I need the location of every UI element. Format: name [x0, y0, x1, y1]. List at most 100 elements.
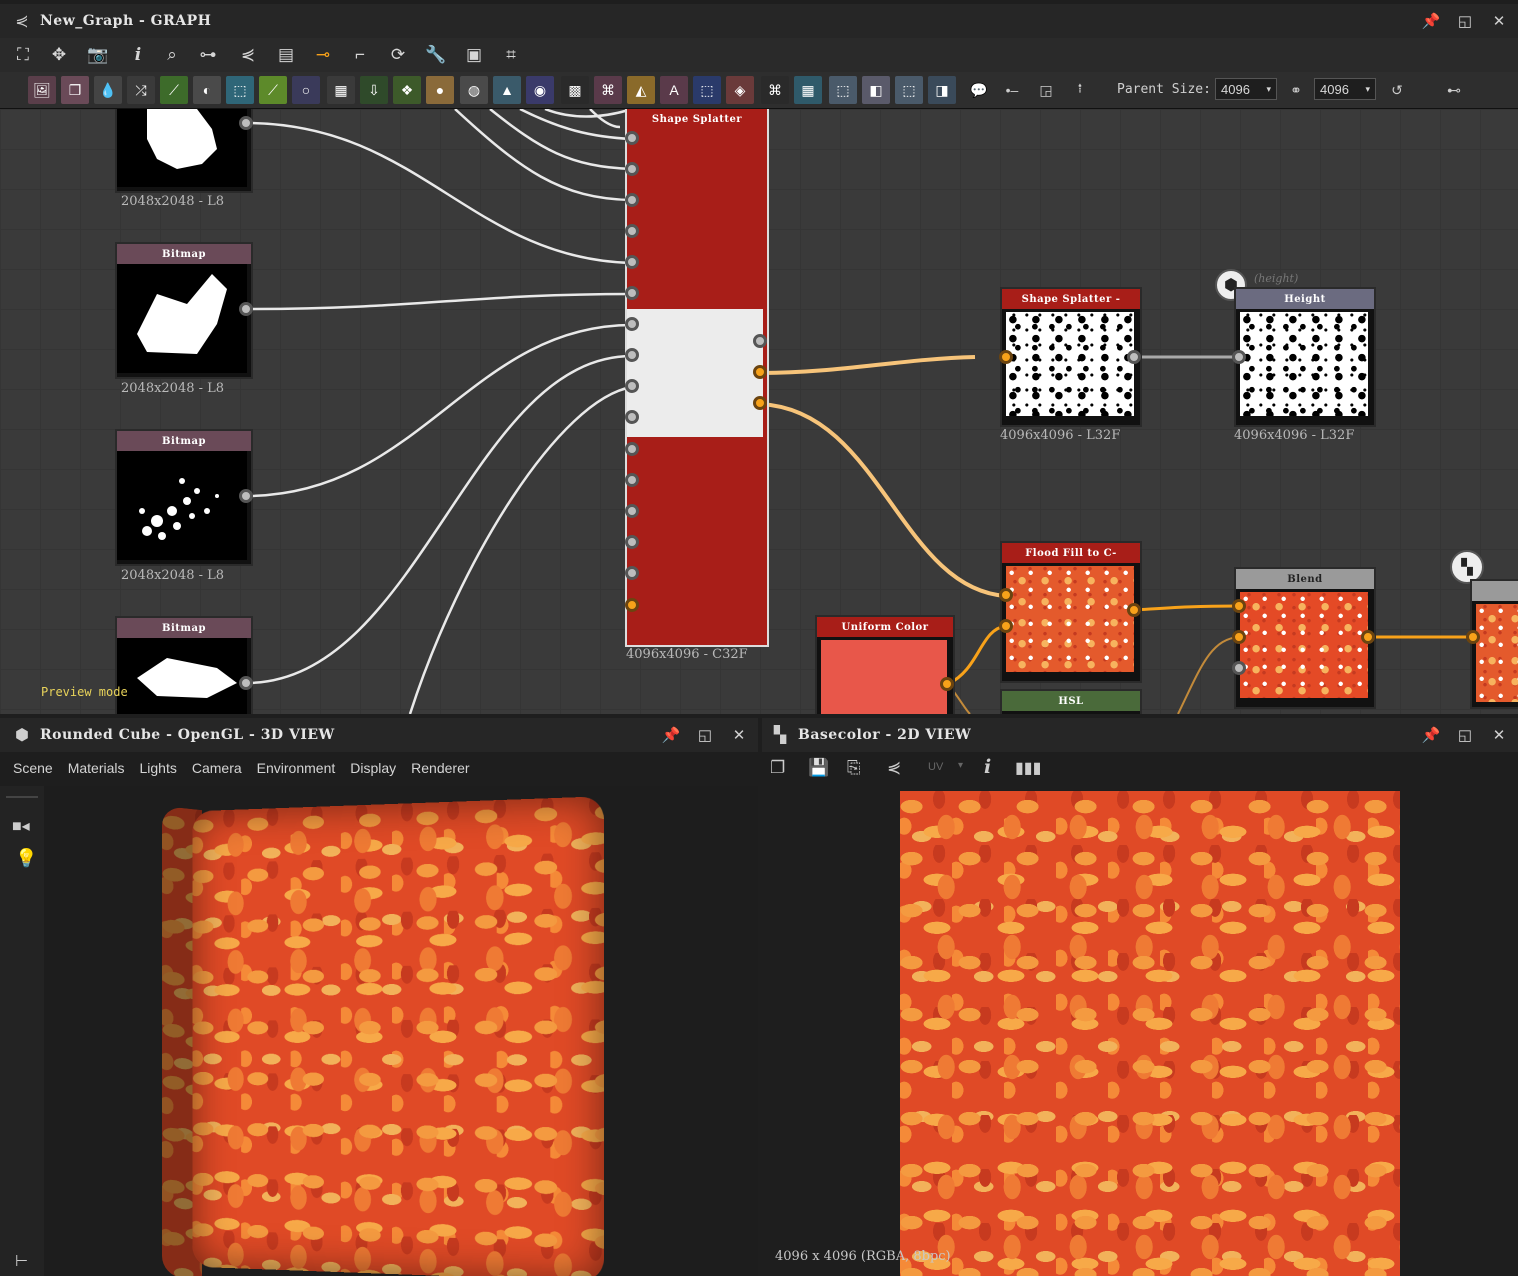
flood-fill-node[interactable]: Flood Fill to C- — [1000, 541, 1142, 683]
wrench-icon[interactable]: 🔧 — [424, 43, 448, 67]
input-port[interactable] — [625, 193, 639, 207]
output-port[interactable] — [239, 676, 253, 690]
output-port[interactable] — [239, 116, 253, 130]
pixel-processor-icon[interactable]: ⬚ — [829, 76, 857, 104]
menu-camera[interactable]: Camera — [192, 760, 242, 776]
output-port[interactable] — [1361, 630, 1375, 644]
output-port[interactable] — [1127, 350, 1141, 364]
view2d-viewport[interactable]: 4096 x 4096 (RGBA, 8bpc) — [762, 788, 1518, 1276]
link-icon[interactable]: ⚭ — [1282, 76, 1310, 104]
input-port[interactable] — [625, 473, 639, 487]
graph-node-icon[interactable]: ⬚ — [895, 76, 923, 104]
hierarchy-icon[interactable]: ⊢ — [15, 1252, 28, 1270]
link-wire-icon[interactable]: ⊸ — [311, 43, 335, 67]
selection-icon[interactable]: ⬚ — [693, 76, 721, 104]
pan-icon[interactable]: ✥ — [47, 43, 71, 67]
color-wheel-icon[interactable]: ◉ — [526, 76, 554, 104]
gradient-icon[interactable]: ⟋ — [259, 76, 287, 104]
share-icon[interactable]: ⋞ — [236, 43, 260, 67]
output-port[interactable] — [753, 396, 767, 410]
input-port[interactable] — [625, 255, 639, 269]
pin-icon[interactable]: 📌 — [1422, 12, 1441, 30]
comment-icon[interactable]: 💬 — [965, 76, 993, 104]
transform-icon[interactable]: ⬚ — [226, 76, 254, 104]
settings-toggle-icon[interactable]: ⊷ — [1440, 76, 1468, 104]
height-output-node[interactable]: Height — [1234, 287, 1376, 427]
pin-node-icon[interactable]: ⭫ — [1066, 76, 1094, 104]
bitmap-node[interactable]: Bitmap — [115, 616, 253, 714]
input-port[interactable] — [1232, 630, 1246, 644]
frame-all-icon[interactable]: ⛶ — [11, 43, 35, 67]
chevron-down-icon[interactable]: ▾ — [958, 760, 963, 771]
value-processor-icon[interactable]: ◧ — [862, 76, 890, 104]
noise-icon[interactable]: ▩ — [561, 76, 589, 104]
output-node-partial[interactable] — [1470, 579, 1518, 709]
maximize-icon[interactable]: ◱ — [1456, 726, 1474, 744]
frame-icon[interactable]: ▣ — [462, 43, 486, 67]
fx-map-icon[interactable]: ⌘ — [761, 76, 789, 104]
bitmap-node[interactable]: Bitmap — [115, 429, 253, 566]
blend-node[interactable]: Blend — [1234, 567, 1376, 709]
close-icon[interactable]: ✕ — [1490, 12, 1508, 30]
input-port[interactable] — [1232, 599, 1246, 613]
input-port[interactable] — [625, 286, 639, 300]
copy-icon[interactable]: ⎘ — [847, 758, 861, 778]
sphere-icon[interactable]: ◍ — [460, 76, 488, 104]
output-port[interactable] — [239, 302, 253, 316]
random-icon[interactable]: ⤮ — [127, 76, 155, 104]
copy-view-icon[interactable]: ❐ — [770, 758, 785, 778]
output-port[interactable] — [1127, 603, 1141, 617]
input-port[interactable] — [625, 348, 639, 362]
menu-display[interactable]: Display — [350, 760, 396, 776]
info-icon[interactable]: i — [126, 43, 150, 67]
output-port[interactable] — [753, 365, 767, 379]
svg-node-icon[interactable]: ❐ — [61, 76, 89, 104]
pin-icon[interactable]: 📌 — [662, 726, 681, 744]
search-icon[interactable]: ⌕ — [160, 43, 184, 67]
tile-icon[interactable]: ▦ — [327, 76, 355, 104]
reset-icon[interactable]: ↺ — [1383, 76, 1411, 104]
graph-canvas[interactable]: 2048x2048 - L8 Bitmap 2048x2048 - L8 Bit… — [0, 109, 1518, 714]
histogram-icon[interactable]: ▮▮▮ — [1015, 758, 1041, 778]
input-port[interactable] — [625, 442, 639, 456]
parent-width-select[interactable]: 4096 ▾ — [1215, 78, 1277, 100]
light-bulb-icon[interactable]: 💡 — [15, 848, 37, 869]
parent-height-select[interactable]: 4096 ▾ — [1314, 78, 1376, 100]
input-port[interactable] — [625, 410, 639, 424]
save-icon[interactable]: 💾 — [808, 758, 829, 778]
mirror-icon[interactable]: ◭ — [627, 76, 655, 104]
align-icon[interactable]: ⊶ — [196, 43, 220, 67]
dot-node-icon[interactable]: •‒ — [998, 76, 1026, 104]
bitmap-node[interactable]: Bitmap — [115, 242, 253, 379]
input-port[interactable] — [625, 598, 639, 612]
input-port[interactable] — [625, 162, 639, 176]
text-icon[interactable]: A — [660, 76, 688, 104]
curve-icon[interactable]: ⟋ — [160, 76, 188, 104]
camera-icon[interactable]: 📷 — [86, 43, 110, 67]
info-icon[interactable]: i — [984, 756, 991, 778]
input-port[interactable] — [625, 131, 639, 145]
export-icon[interactable]: ⇩ — [360, 76, 388, 104]
shape-splatter-node[interactable]: Shape Splatter — [625, 109, 769, 647]
input-port[interactable] — [625, 535, 639, 549]
video-camera-icon[interactable]: ■◂ — [12, 816, 30, 836]
input-port[interactable] — [1232, 661, 1246, 675]
output-port[interactable] — [239, 489, 253, 503]
levels-icon[interactable]: ◐ — [193, 76, 221, 104]
output-port[interactable] — [940, 677, 954, 691]
view3d-viewport[interactable] — [44, 786, 758, 1276]
input-port[interactable] — [625, 504, 639, 518]
shape-splatter-output-node[interactable]: Shape Splatter - — [1000, 287, 1142, 427]
close-icon[interactable]: ✕ — [730, 726, 748, 744]
bitmap-node-icon[interactable]: 🖼 — [28, 76, 56, 104]
crop-icon[interactable]: ⌗ — [499, 43, 523, 67]
input-port[interactable] — [625, 317, 639, 331]
input-port[interactable] — [625, 224, 639, 238]
fill-icon[interactable]: ◈ — [726, 76, 754, 104]
input-port[interactable] — [999, 619, 1013, 633]
frame-node-icon[interactable]: ◲ — [1032, 76, 1060, 104]
slider-node-icon[interactable]: ● — [426, 76, 454, 104]
bitmap-node[interactable] — [115, 109, 253, 193]
layers-icon[interactable]: ▤ — [274, 43, 298, 67]
menu-scene[interactable]: Scene — [13, 760, 53, 776]
